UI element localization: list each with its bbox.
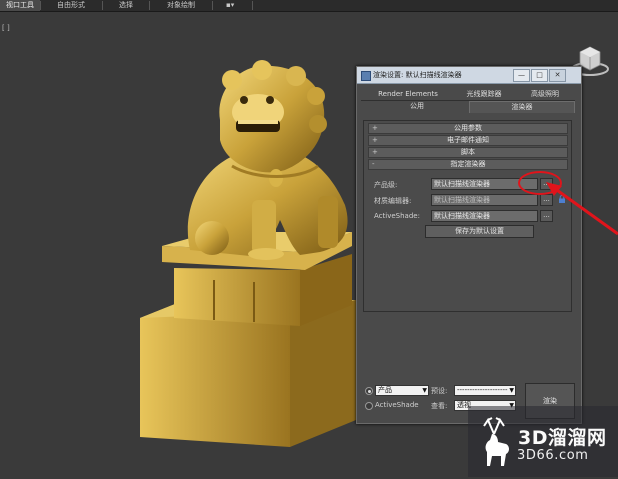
rollout-label: 指定渲染器 <box>450 160 486 168</box>
rollout-assign-renderer[interactable]: - 指定渲染器 <box>368 159 568 170</box>
activeshade-radio-label: ActiveShade <box>375 401 419 409</box>
tab-separator <box>149 1 150 10</box>
rollout-sign: - <box>372 160 375 168</box>
tab-separator <box>212 1 213 10</box>
material-editor-renderer-field: 默认扫描线渲染器 <box>431 194 538 206</box>
activeshade-renderer-field: 默认扫描线渲染器 <box>431 210 538 222</box>
activeshade-radio[interactable] <box>365 402 373 410</box>
rollout-sign: + <box>372 136 378 144</box>
chevron-down-icon: ▼ <box>509 387 514 394</box>
chevron-down-icon: ▼ <box>422 387 427 394</box>
rollout-sign: + <box>372 124 378 132</box>
render-mode-value: 产品 <box>378 386 392 394</box>
view-label: 查看: <box>431 402 448 410</box>
tab-raytracer[interactable]: 光线跟踪器 <box>457 89 511 100</box>
preset-value: -------------------- <box>457 386 508 394</box>
material-editor-label: 材质编辑器: <box>374 197 412 205</box>
rollout-sign: + <box>372 148 378 156</box>
minimize-button[interactable]: — <box>513 69 530 82</box>
callout-arrow <box>546 182 618 236</box>
app-icon <box>361 71 371 81</box>
tab-common[interactable]: 公用 <box>365 101 469 112</box>
rollout-label: 脚本 <box>461 148 475 156</box>
maximize-button[interactable]: □ <box>531 69 548 82</box>
render-mode-dropdown[interactable]: 产品 ▼ <box>375 385 429 396</box>
viewport-label[interactable]: [ ] <box>2 24 10 32</box>
tab-separator <box>40 1 41 10</box>
close-button[interactable]: ✕ <box>549 69 566 82</box>
preset-label: 预设: <box>431 387 448 395</box>
dialog-titlebar[interactable]: 渲染设置: 默认扫描线渲染器 — □ ✕ <box>357 67 581 84</box>
rollout-label: 电子邮件通知 <box>447 136 489 144</box>
watermark: 3D溜溜网 3D66.com <box>468 406 618 477</box>
production-label: 产品级: <box>374 181 398 189</box>
tab-extra-dropdown[interactable]: ▪▾ <box>226 0 234 11</box>
tab-separator <box>102 1 103 10</box>
production-radio[interactable] <box>365 387 373 395</box>
rollout-scripts[interactable]: + 脚本 <box>368 147 568 158</box>
ribbon-tab-bar: 视口工具 自由形式 选择 对象绘制 ▪▾ <box>0 0 618 12</box>
tab-freeform[interactable]: 自由形式 <box>57 0 85 11</box>
rollout-label: 公用参数 <box>454 124 482 132</box>
watermark-site: 3D66.com <box>517 448 589 463</box>
rollout-common-parameters[interactable]: + 公用参数 <box>368 123 568 134</box>
dialog-title: 渲染设置: 默认扫描线渲染器 <box>373 71 462 79</box>
deer-logo-icon <box>483 417 509 466</box>
tab-advanced-lighting[interactable]: 高级照明 <box>517 89 573 100</box>
save-as-defaults-button[interactable]: 保存为默认设置 <box>425 225 534 238</box>
tab-separator <box>252 1 253 10</box>
tab-selection[interactable]: 选择 <box>119 0 133 11</box>
render-setup-dialog: 渲染设置: 默认扫描线渲染器 — □ ✕ Render Elements 光线跟… <box>356 66 582 424</box>
watermark-brand: 3D溜溜网 <box>518 427 607 449</box>
activeshade-label: ActiveShade: <box>374 212 420 220</box>
preset-dropdown[interactable]: -------------------- ▼ <box>454 385 516 396</box>
tab-object-paint[interactable]: 对象绘制 <box>167 0 195 11</box>
tab-renderer[interactable]: 渲染器 <box>469 101 575 113</box>
tab-render-elements[interactable]: Render Elements <box>365 89 451 100</box>
rollout-email-notifications[interactable]: + 电子邮件通知 <box>368 135 568 146</box>
tab-viewport-tools[interactable]: 视口工具 <box>0 0 40 11</box>
